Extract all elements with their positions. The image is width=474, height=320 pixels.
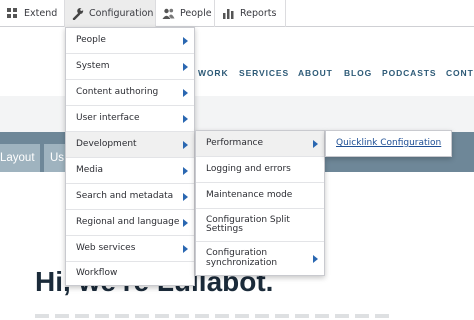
menu-item-label: Search and metadata (76, 190, 174, 201)
menu-item-label: Logging and errors (206, 163, 291, 174)
extend-icon (6, 7, 19, 20)
chevron-right-icon (313, 254, 318, 263)
menu-item-regional-and-language[interactable]: Regional and language (66, 210, 194, 236)
toolbar-people[interactable]: People (162, 0, 212, 27)
menu-item-maintenance-mode[interactable]: Maintenance mode (196, 183, 324, 209)
menu-item-label: System (76, 60, 110, 71)
toolbar-extend[interactable]: Extend (6, 0, 57, 27)
menu-item-label: Media (76, 164, 104, 175)
menu-item-system[interactable]: System (66, 54, 194, 80)
menu-item-label: Web services (76, 242, 136, 253)
nav-link-about[interactable]: ABOUT (298, 68, 333, 78)
performance-submenu: Quicklink Configuration (325, 130, 452, 157)
menu-item-label: Regional and language (76, 216, 180, 227)
toolbar-divider (214, 0, 215, 27)
hero-subtext-line (35, 314, 395, 318)
chevron-right-icon (183, 114, 188, 123)
nav-link-podcasts[interactable]: PODCASTS (382, 68, 436, 78)
menu-item-search-and-metadata[interactable]: Search and metadata (66, 184, 194, 210)
menu-item-label: Development (76, 138, 137, 149)
menu-item-web-services[interactable]: Web services (66, 236, 194, 262)
menu-item-label: User interface (76, 112, 140, 123)
menu-item-label: Content authoring (76, 86, 159, 97)
chevron-right-icon (183, 36, 188, 45)
menu-item-label: People (76, 34, 106, 45)
nav-link-contact[interactable]: CONT (446, 68, 474, 78)
chevron-right-icon (183, 218, 188, 227)
menu-item-workflow[interactable]: Workflow (66, 262, 194, 286)
toolbar-reports-label: Reports (240, 8, 277, 19)
nav-link-services[interactable]: SERVICES (239, 68, 289, 78)
tab-layout[interactable]: Layout (0, 144, 40, 172)
menu-item-label: Workflow (76, 268, 118, 279)
menu-item-user-interface[interactable]: User interface (66, 106, 194, 132)
toolbar-divider (155, 0, 156, 27)
menu-item-media[interactable]: Media (66, 158, 194, 184)
nav-link-blog[interactable]: BLOG (344, 68, 372, 78)
chevron-right-icon (183, 88, 188, 97)
chevron-right-icon (183, 244, 188, 253)
menu-item-people[interactable]: People (66, 28, 194, 54)
menu-item-logging-and-errors[interactable]: Logging and errors (196, 157, 324, 183)
toolbar-extend-label: Extend (24, 8, 58, 19)
people-icon (162, 7, 175, 20)
menu-item-label: Configuration Split Settings (206, 214, 290, 234)
menu-item-configuration-split-settings[interactable]: Configuration Split Settings (196, 209, 324, 242)
reports-icon (222, 7, 235, 20)
configuration-menu: People System Content authoring User int… (65, 27, 195, 286)
wrench-icon (71, 7, 84, 21)
chevron-right-icon (313, 139, 318, 148)
development-submenu: Performance Logging and errors Maintenan… (195, 130, 325, 276)
chevron-right-icon (183, 140, 188, 149)
toolbar-configuration-label: Configuration (89, 8, 154, 19)
chevron-right-icon (183, 166, 188, 175)
admin-toolbar: Extend Configuration People Reports (0, 0, 474, 27)
toolbar-divider (285, 0, 286, 27)
menu-item-performance[interactable]: Performance (196, 131, 324, 157)
menu-item-label: Performance (206, 137, 264, 148)
quicklink-configuration-link[interactable]: Quicklink Configuration (336, 138, 441, 148)
menu-item-development[interactable]: Development (66, 132, 194, 158)
chevron-right-icon (183, 192, 188, 201)
menu-item-content-authoring[interactable]: Content authoring (66, 80, 194, 106)
toolbar-configuration[interactable]: Configuration (65, 0, 155, 27)
toolbar-people-label: People (180, 8, 212, 19)
toolbar-reports[interactable]: Reports (222, 0, 276, 27)
menu-item-configuration-synchronization[interactable]: Configuration synchronization (196, 242, 324, 275)
menu-item-quicklink-configuration[interactable]: Quicklink Configuration (326, 131, 451, 156)
menu-item-label: Maintenance mode (206, 189, 293, 200)
chevron-right-icon (183, 62, 188, 71)
nav-link-work[interactable]: WORK (198, 68, 229, 78)
menu-item-label: Configuration synchronization (206, 248, 278, 268)
